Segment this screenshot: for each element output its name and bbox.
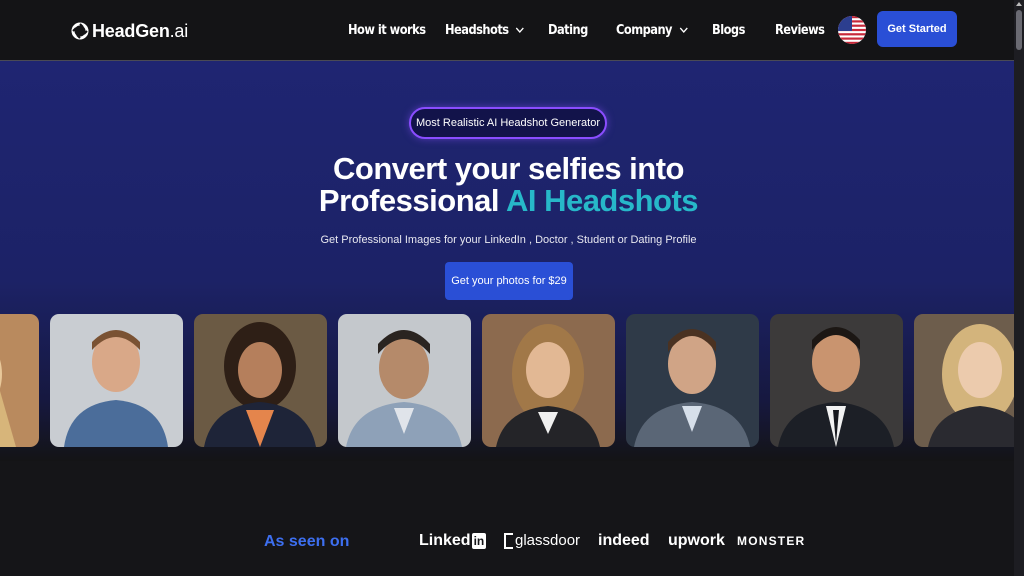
chevron-down-icon [679, 27, 688, 34]
us-flag-icon[interactable] [838, 16, 866, 44]
scrollbar-thumb[interactable] [1016, 10, 1022, 50]
chevron-down-icon [516, 27, 525, 34]
get-photos-button[interactable]: Get your photos for $29 [445, 262, 573, 300]
glassdoor-mark-icon [504, 532, 513, 549]
headshot-card [338, 314, 471, 447]
headline-line-1: Convert your selfies into [333, 151, 684, 186]
hero-headline: Convert your selfies into Professional A… [0, 153, 1017, 217]
logo[interactable]: HeadGen .ai [70, 20, 188, 42]
nav-link-label: Company [616, 23, 673, 38]
linkedin-text: Linked [419, 532, 471, 549]
headshot-card [626, 314, 759, 447]
logo-text: HeadGen [92, 20, 170, 41]
headshot-card [482, 314, 615, 447]
headshot-card [0, 314, 39, 447]
nav-company[interactable]: Company [616, 23, 688, 38]
headshot-card [914, 314, 1014, 447]
top-nav: HeadGen .ai How it works Headshots Dating… [0, 0, 1024, 61]
hero-subtext: Get Professional Images for your LinkedI… [320, 234, 697, 246]
scroll-up-arrow-icon[interactable] [1016, 2, 1022, 6]
nav-link-label: How it works [348, 23, 426, 38]
indeed-logo: indeed [598, 532, 650, 549]
glassdoor-logo: glassdoor [504, 532, 580, 549]
nav-dating[interactable]: Dating [548, 23, 588, 38]
nav-reviews[interactable]: Reviews [775, 23, 825, 38]
nav-link-label: Dating [548, 23, 588, 38]
nav-blogs[interactable]: Blogs [712, 23, 745, 38]
headshot-card [770, 314, 903, 447]
get-started-button[interactable]: Get Started [877, 11, 957, 47]
glassdoor-text: glassdoor [515, 532, 581, 549]
headline-accent: AI Headshots [505, 183, 699, 218]
headline-plain: Professional [318, 183, 506, 218]
headshot-card [50, 314, 183, 447]
as-seen-on-label: As seen on [264, 533, 350, 550]
headshot-card [194, 314, 327, 447]
nav-headshots[interactable]: Headshots [445, 23, 525, 38]
logo-icon [71, 22, 89, 40]
nav-how-it-works[interactable]: How it works [348, 23, 426, 38]
hero-section: Most Realistic AI Headshot Generator Con… [0, 61, 1014, 461]
nav-link-label: Headshots [445, 23, 509, 38]
monster-logo: MONSTER [737, 534, 806, 548]
linkedin-logo: Linked in [419, 532, 487, 550]
logo-suffix: .ai [169, 20, 189, 41]
nav-link-label: Blogs [712, 23, 745, 38]
nav-link-label: Reviews [775, 23, 825, 38]
upwork-logo: upwork [668, 532, 725, 549]
page-scrollbar[interactable] [1014, 0, 1024, 576]
hero-badge: Most Realistic AI Headshot Generator [409, 107, 607, 139]
headshot-gallery [0, 314, 1014, 447]
linkedin-in-box: in [471, 533, 487, 549]
headline-line-2: Professional AI Headshots [0, 185, 1017, 217]
